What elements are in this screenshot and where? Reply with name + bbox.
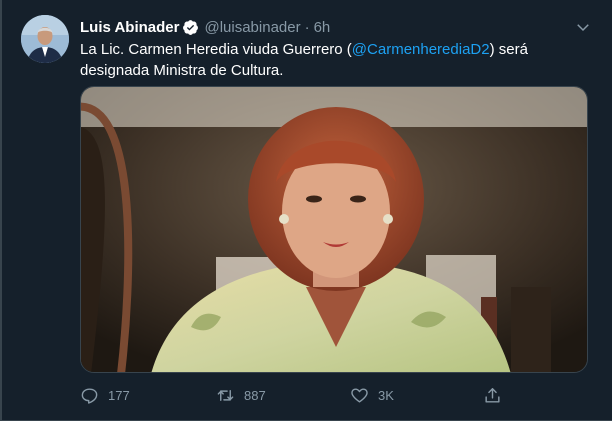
verified-badge-icon xyxy=(183,19,199,35)
avatar[interactable] xyxy=(21,15,69,63)
author-handle[interactable]: @luisabinader xyxy=(204,19,300,36)
reply-icon xyxy=(81,387,98,404)
share-button[interactable] xyxy=(483,384,502,406)
tweet-actions: 177 887 3K xyxy=(80,384,520,406)
tweet-card[interactable]: Luis Abinader @luisabinader · 6h La Lic.… xyxy=(0,0,612,421)
author-name[interactable]: Luis Abinader xyxy=(80,19,179,36)
like-button[interactable]: 3K xyxy=(350,384,394,406)
share-icon xyxy=(485,387,500,403)
avatar-photo xyxy=(21,15,69,63)
tweet-image[interactable] xyxy=(80,86,588,373)
mention-link[interactable]: @CarmenherediaD2 xyxy=(352,41,490,58)
retweet-count: 887 xyxy=(244,387,266,403)
separator-dot: · xyxy=(304,18,310,36)
tweet-photo xyxy=(81,87,587,372)
reply-count: 177 xyxy=(108,387,130,403)
retweet-button[interactable]: 887 xyxy=(216,384,266,406)
tweet-header: Luis Abinader @luisabinader · 6h xyxy=(80,17,592,37)
heart-icon xyxy=(351,387,368,403)
like-count: 3K xyxy=(378,387,394,403)
timestamp[interactable]: 6h xyxy=(314,19,331,36)
chevron-down-icon[interactable] xyxy=(574,18,592,36)
reply-button[interactable]: 177 xyxy=(80,384,130,406)
tweet-text-before: La Lic. Carmen Heredia viuda Guerrero ( xyxy=(80,41,352,58)
tweet-text: La Lic. Carmen Heredia viuda Guerrero (@… xyxy=(80,39,595,81)
retweet-icon xyxy=(217,389,234,401)
